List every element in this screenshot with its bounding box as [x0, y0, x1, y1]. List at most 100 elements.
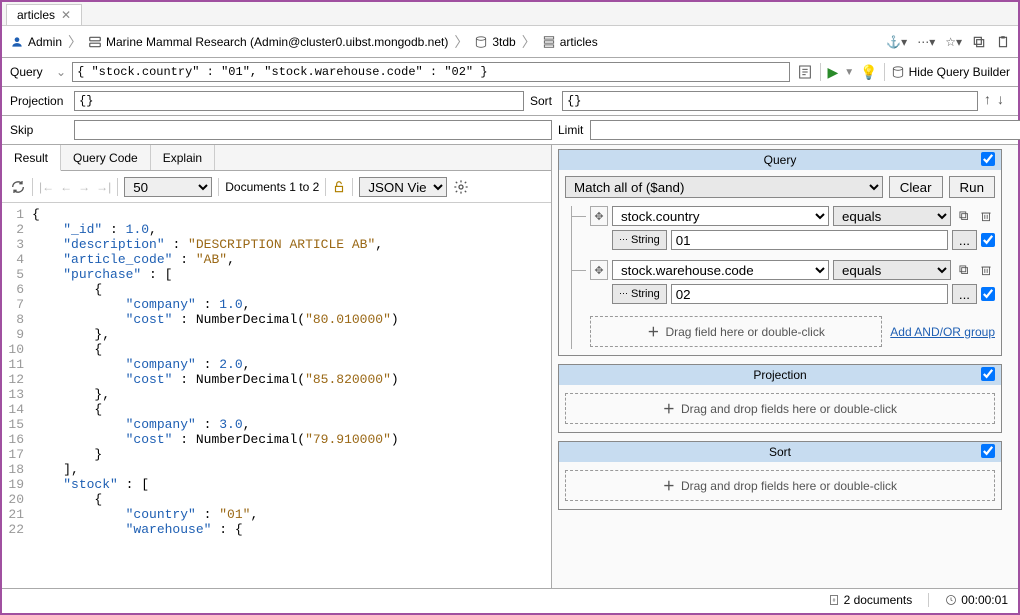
script-icon[interactable]	[796, 63, 814, 81]
view-select[interactable]: JSON View	[359, 177, 447, 197]
paste-icon[interactable]	[996, 35, 1010, 49]
lock-icon[interactable]	[332, 180, 346, 194]
breadcrumb-db[interactable]: 3tdb	[492, 35, 515, 49]
tab-title: articles	[17, 8, 55, 22]
query-builder-pane: Query Match all of ($and) Clear Run ✥ st…	[552, 145, 1018, 588]
sort-desc-icon[interactable]: ↓	[997, 91, 1004, 111]
value-row: ⋯String ...	[576, 284, 995, 304]
breadcrumb: Admin 〉 Marine Mammal Research (Admin@cl…	[2, 26, 1018, 58]
document-icon: #	[828, 594, 840, 606]
editor-tab[interactable]: articles ✕	[6, 4, 82, 25]
more-icon[interactable]: ⋯▾	[917, 35, 935, 49]
plus-icon: ＋	[663, 477, 675, 494]
drag-handle-icon[interactable]: ✥	[590, 260, 608, 280]
query-bar: Query ⌄ ▶ ▼ 💡 Hide Query Builder	[2, 58, 1018, 87]
match-select[interactable]: Match all of ($and)	[565, 176, 883, 198]
run-icon[interactable]: ▶	[827, 64, 838, 81]
copy-icon[interactable]	[972, 35, 986, 49]
run-button[interactable]: Run	[949, 176, 995, 198]
more-button[interactable]: ...	[952, 230, 977, 250]
operator-select[interactable]: equals	[833, 206, 951, 226]
result-toolbar: |← ← → →| 50 Documents 1 to 2 JSON View	[2, 171, 551, 203]
result-tabs: Result Query Code Explain	[2, 145, 551, 171]
projection-sort-row: Projection Sort ↑ ↓	[2, 87, 1018, 116]
trash-icon[interactable]	[977, 261, 995, 279]
run-dropdown-icon[interactable]: ▼	[844, 67, 854, 78]
sort-panel: Sort ＋ Drag and drop fields here or doub…	[558, 441, 1002, 510]
page-size-select[interactable]: 50	[124, 177, 212, 197]
database-icon	[474, 35, 488, 49]
time-label: 00:00:01	[961, 593, 1008, 607]
hide-query-builder-button[interactable]: Hide Query Builder	[891, 65, 1010, 79]
copy-icon[interactable]	[955, 261, 973, 279]
chevron-down-icon[interactable]: ⌄	[56, 65, 66, 79]
limit-input[interactable]	[590, 120, 1020, 140]
field-select[interactable]: stock.country	[612, 206, 829, 226]
value-enabled-checkbox[interactable]	[981, 233, 995, 247]
sort-panel-toggle[interactable]	[981, 444, 995, 458]
condition-row: ✥ stock.country equals	[576, 206, 995, 226]
clear-button[interactable]: Clear	[889, 176, 943, 198]
value-row: ⋯String ...	[576, 230, 995, 250]
sort-label: Sort	[530, 94, 558, 108]
server-icon	[88, 35, 102, 49]
gear-icon[interactable]	[453, 179, 469, 195]
chevron-right-icon: 〉	[68, 32, 82, 52]
anchor-icon[interactable]: ⚓▾	[886, 35, 907, 49]
query-label: Query	[10, 65, 50, 79]
query-input[interactable]	[72, 62, 790, 82]
panel-title: Query	[764, 153, 797, 167]
docs-range-label: Documents 1 to 2	[225, 180, 319, 194]
main-area: Result Query Code Explain |← ← → →| 50 D…	[2, 145, 1018, 588]
breadcrumb-user[interactable]: Admin	[28, 35, 62, 49]
limit-label: Limit	[558, 123, 586, 137]
svg-text:#: #	[832, 598, 835, 604]
bulb-icon[interactable]: 💡	[860, 64, 877, 81]
json-viewer[interactable]: 1{2 "_id" : 1.0,3 "description" : "DESCR…	[2, 203, 551, 588]
next-page-icon[interactable]: →	[78, 180, 90, 194]
value-input[interactable]	[671, 284, 948, 304]
breadcrumb-connection[interactable]: Marine Mammal Research (Admin@cluster0.u…	[106, 35, 448, 49]
tab-explain[interactable]: Explain	[151, 145, 215, 170]
drop-zone[interactable]: ＋ Drag and drop fields here or double-cl…	[565, 470, 995, 501]
tab-query-code[interactable]: Query Code	[61, 145, 151, 170]
add-group-link[interactable]: Add AND/OR group	[890, 325, 995, 339]
value-enabled-checkbox[interactable]	[981, 287, 995, 301]
user-icon	[10, 35, 24, 49]
chevron-right-icon: 〉	[454, 32, 468, 52]
query-panel-toggle[interactable]	[981, 152, 995, 166]
skip-label: Skip	[10, 123, 70, 137]
type-button[interactable]: ⋯String	[612, 284, 667, 304]
operator-select[interactable]: equals	[833, 260, 951, 280]
trash-icon[interactable]	[977, 207, 995, 225]
last-page-icon[interactable]: →|	[96, 180, 111, 194]
drag-handle-icon[interactable]: ✥	[590, 206, 608, 226]
projection-input[interactable]	[74, 91, 524, 111]
prev-page-icon[interactable]: ←	[60, 180, 72, 194]
more-button[interactable]: ...	[952, 284, 977, 304]
first-page-icon[interactable]: |←	[39, 180, 54, 194]
tab-result[interactable]: Result	[2, 145, 61, 171]
breadcrumb-collection[interactable]: articles	[560, 35, 598, 49]
field-select[interactable]: stock.warehouse.code	[612, 260, 829, 280]
copy-icon[interactable]	[955, 207, 973, 225]
drop-zone[interactable]: ＋ Drag and drop fields here or double-cl…	[565, 393, 995, 424]
close-icon[interactable]: ✕	[61, 8, 71, 22]
results-pane: Result Query Code Explain |← ← → →| 50 D…	[2, 145, 552, 588]
drop-zone[interactable]: ＋ Drag field here or double-click	[590, 316, 882, 347]
projection-panel: Projection ＋ Drag and drop fields here o…	[558, 364, 1002, 433]
refresh-icon[interactable]	[10, 179, 26, 195]
value-input[interactable]	[671, 230, 948, 250]
skip-input[interactable]	[74, 120, 552, 140]
sort-input[interactable]	[562, 91, 978, 111]
type-button[interactable]: ⋯String	[612, 230, 667, 250]
skip-limit-row: Skip Limit	[2, 116, 1018, 145]
hide-qb-label: Hide Query Builder	[909, 65, 1010, 79]
sort-asc-icon[interactable]: ↑	[984, 91, 991, 111]
query-panel: Query Match all of ($and) Clear Run ✥ st…	[558, 149, 1002, 356]
star-icon[interactable]: ☆▾	[945, 35, 962, 49]
chevron-right-icon: 〉	[522, 32, 536, 52]
plus-icon: ＋	[663, 400, 675, 417]
projection-label: Projection	[10, 94, 70, 108]
projection-panel-toggle[interactable]	[981, 367, 995, 381]
